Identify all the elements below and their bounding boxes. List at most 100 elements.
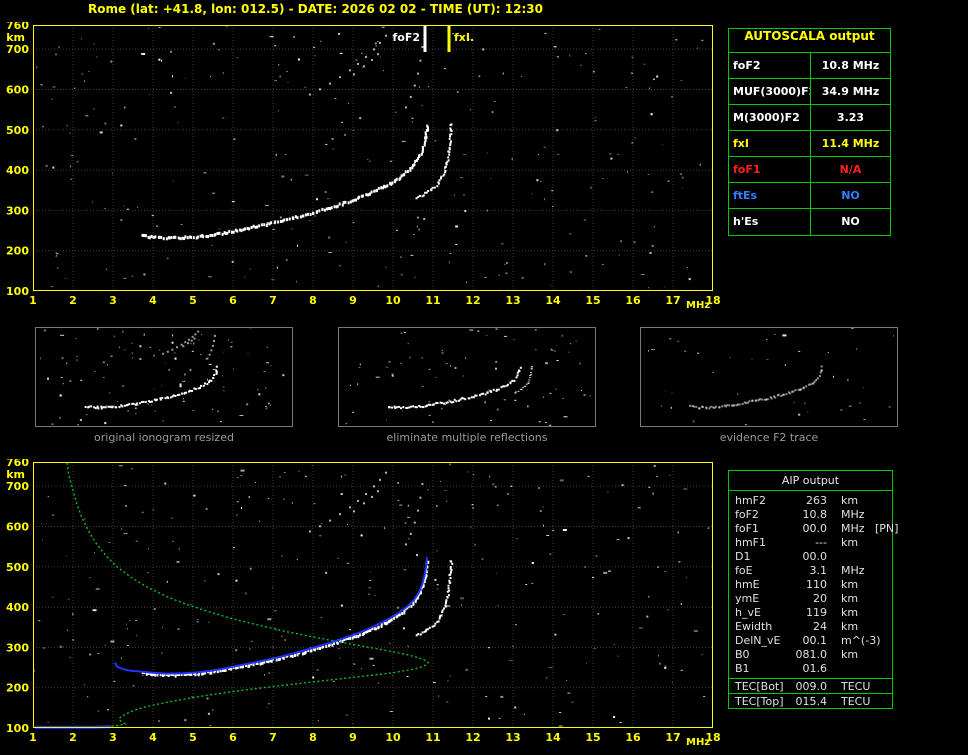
aip-row: foF1 00.0 MHz [PN] xyxy=(729,522,898,536)
autoscala-row: M(3000)F2 3.23 xyxy=(729,105,890,131)
svg-text:10: 10 xyxy=(385,294,401,307)
autoscala-param-label: fxI xyxy=(729,131,811,156)
svg-text:400: 400 xyxy=(6,601,29,614)
aip-row: ymE 20 km xyxy=(729,592,892,606)
aip-tec-row: TEC[Top] 015.4 TECU xyxy=(729,693,892,708)
aip-param-extra xyxy=(873,606,892,620)
aip-tec-row: TEC[Bot] 009.0 TECU xyxy=(729,678,892,693)
autoscala-output-title: AUTOSCALA output xyxy=(729,29,890,53)
aip-param-unit: MHz xyxy=(841,522,865,535)
autoscala-param-label: ftEs xyxy=(729,183,811,208)
svg-text:3: 3 xyxy=(109,294,117,307)
aip-param-extra xyxy=(873,494,892,508)
aip-param-value: 263 xyxy=(806,494,827,507)
aip-param-value: 3.1 xyxy=(809,564,828,577)
aip-param-value: 20 xyxy=(813,592,827,605)
aip-tec-label: TEC[Top] xyxy=(735,695,784,708)
svg-text:13: 13 xyxy=(505,731,520,744)
ionogram-plot-bottom: 1 2 3 4 5 6 7 8 9 10 11 12 13 14 15 16 17 18 MHz 100 200 300 4… xyxy=(0,459,724,747)
svg-text:600: 600 xyxy=(6,83,29,96)
svg-text:12: 12 xyxy=(465,731,480,744)
aip-output-title: AIP output xyxy=(729,471,892,491)
aip-param-unit: km xyxy=(841,592,859,605)
aip-param-unit: km xyxy=(841,620,859,633)
svg-text:9: 9 xyxy=(349,731,357,744)
ionogram-plot-top: foF2 fxI. 1 2 3 4 5 6 7 8 9 10 11 12 13 14 15 16 17 18 MHz 10… xyxy=(0,22,724,310)
thumbnail-original: original ionogram resized xyxy=(35,327,293,444)
y-axis-unit: km xyxy=(6,31,25,44)
aip-param-unit: MHz xyxy=(841,564,865,577)
aip-param-unit: MHz xyxy=(841,508,865,521)
aip-tec-label: TEC[Bot] xyxy=(735,680,784,693)
aip-row: DelN_vE 00.1 m^(-3) xyxy=(729,634,892,648)
svg-text:100: 100 xyxy=(6,285,29,298)
aip-param-value: --- xyxy=(815,536,827,549)
thumbnail-original-caption: original ionogram resized xyxy=(94,431,234,444)
fxi--marker-label: fxI. xyxy=(454,31,474,44)
aip-tec-rows: TEC[Bot] 009.0 TECU TEC[Top] 015.4 TECU xyxy=(729,678,892,708)
autoscala-param-value: NO xyxy=(841,189,860,202)
aip-param-label: hmE xyxy=(735,578,760,591)
aip-param-extra: [PN] xyxy=(875,522,899,535)
aip-param-unit: km xyxy=(841,536,859,549)
aip-row: h_vE 119 km xyxy=(729,606,892,620)
aip-param-unit: km xyxy=(841,578,859,591)
autoscala-param-label: MUF(3000)F2 xyxy=(729,79,811,104)
aip-param-unit: km xyxy=(841,494,859,507)
autoscala-param-value: NO xyxy=(841,215,860,228)
aip-param-extra xyxy=(873,662,892,676)
autoscala-param-label: h'Es xyxy=(729,209,811,235)
svg-text:600: 600 xyxy=(6,520,29,533)
aip-param-label: h_vE xyxy=(735,606,761,619)
svg-text:11: 11 xyxy=(425,731,440,744)
aip-tec-unit: TECU xyxy=(841,695,871,708)
svg-text:700: 700 xyxy=(6,480,29,493)
autoscala-rows: foF2 10.8 MHz MUF(3000)F2 34.9 MHz M(3000)F2… xyxy=(729,53,890,235)
svg-text:200: 200 xyxy=(6,245,29,258)
aip-row: hmF1 --- km xyxy=(729,536,892,550)
x-axis-unit: MHz xyxy=(686,300,710,310)
aip-param-value: 110 xyxy=(806,578,827,591)
svg-text:12: 12 xyxy=(465,294,480,307)
aip-tec-unit: TECU xyxy=(841,680,871,693)
svg-text:15: 15 xyxy=(585,731,600,744)
svg-text:16: 16 xyxy=(625,731,641,744)
aip-tec-value: 015.4 xyxy=(795,695,828,708)
aip-param-value: 119 xyxy=(806,606,827,619)
thumb_evidence-svg xyxy=(640,327,898,427)
aip-param-extra xyxy=(873,620,892,634)
aip-param-extra xyxy=(873,578,892,592)
station-title: Rome (lat: +41.8, lon: 012.5) - DATE: 20… xyxy=(88,2,543,16)
aip-param-label: hmF1 xyxy=(735,536,767,549)
fof2-marker-label: foF2 xyxy=(392,31,420,44)
autoscala-window: Rome (lat: +41.8, lon: 012.5) - DATE: 20… xyxy=(0,0,968,755)
thumbnail-original-plot xyxy=(35,327,293,427)
svg-text:17: 17 xyxy=(665,731,680,744)
autoscala-row: ftEs NO xyxy=(729,183,890,209)
autoscala-row: foF2 10.8 MHz xyxy=(729,53,890,79)
aip-param-label: Ewidth xyxy=(735,620,773,633)
aip-tec-extra xyxy=(873,679,892,694)
svg-text:4: 4 xyxy=(149,294,157,307)
autoscala-param-label: M(3000)F2 xyxy=(729,105,811,130)
aip-row: Ewidth 24 km xyxy=(729,620,892,634)
svg-text:500: 500 xyxy=(6,561,29,574)
y-axis-unit: km xyxy=(6,468,25,481)
aip-row: B1 01.6 xyxy=(729,662,892,676)
svg-text:200: 200 xyxy=(6,682,29,695)
aip-param-unit: m^(-3) xyxy=(841,634,881,647)
aip-tec-extra xyxy=(873,694,892,709)
autoscala-row: MUF(3000)F2 34.9 MHz xyxy=(729,79,890,105)
aip-row: foF2 10.8 MHz xyxy=(729,508,892,522)
svg-text:7: 7 xyxy=(269,731,277,744)
x-axis-unit: MHz xyxy=(686,737,710,747)
thumbnail-cleaned-caption: eliminate multiple reflections xyxy=(386,431,548,444)
aip-param-unit xyxy=(829,662,873,676)
aip-param-extra xyxy=(873,550,892,564)
svg-text:2: 2 xyxy=(69,731,77,744)
autoscala-param-value: 34.9 MHz xyxy=(821,85,880,98)
svg-text:1: 1 xyxy=(29,731,37,744)
svg-text:300: 300 xyxy=(6,204,29,217)
aip-param-label: hmF2 xyxy=(735,494,767,507)
aip-param-extra xyxy=(873,648,892,662)
